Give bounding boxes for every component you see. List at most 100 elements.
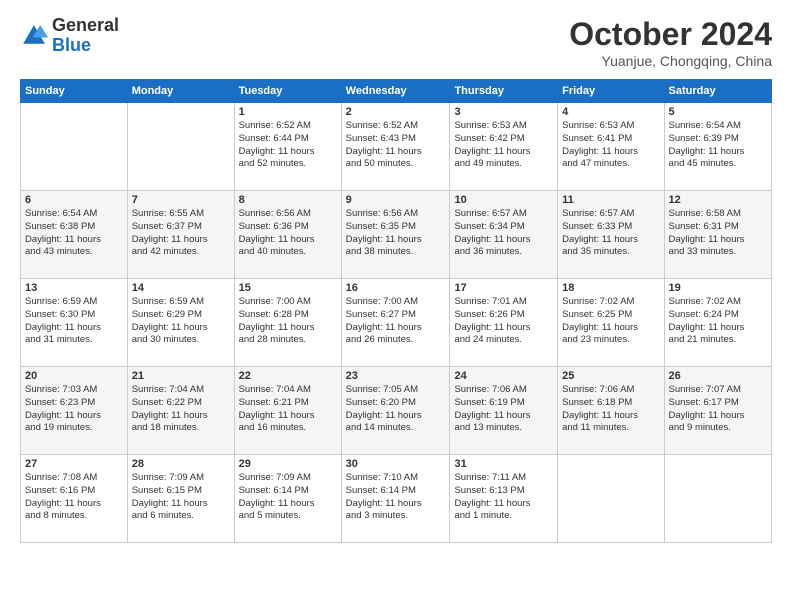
day-number: 26: [669, 370, 767, 382]
day-number: 20: [25, 370, 123, 382]
day-detail: Sunrise: 7:07 AM Sunset: 6:17 PM Dayligh…: [669, 384, 767, 435]
day-detail: Sunrise: 7:08 AM Sunset: 6:16 PM Dayligh…: [25, 472, 123, 523]
day-detail: Sunrise: 7:11 AM Sunset: 6:13 PM Dayligh…: [454, 472, 553, 523]
day-detail: Sunrise: 6:57 AM Sunset: 6:33 PM Dayligh…: [562, 208, 659, 259]
day-number: 4: [562, 106, 659, 118]
day-cell: 6Sunrise: 6:54 AM Sunset: 6:38 PM Daylig…: [21, 191, 128, 279]
day-cell: [664, 455, 771, 543]
weekday-sunday: Sunday: [21, 80, 128, 103]
day-number: 5: [669, 106, 767, 118]
logo: General Blue: [20, 16, 119, 56]
calendar: SundayMondayTuesdayWednesdayThursdayFrid…: [20, 79, 772, 543]
day-detail: Sunrise: 6:52 AM Sunset: 6:43 PM Dayligh…: [346, 120, 446, 171]
day-number: 17: [454, 282, 553, 294]
day-number: 9: [346, 194, 446, 206]
day-detail: Sunrise: 6:59 AM Sunset: 6:29 PM Dayligh…: [132, 296, 230, 347]
day-detail: Sunrise: 6:55 AM Sunset: 6:37 PM Dayligh…: [132, 208, 230, 259]
day-cell: 13 Sunrise: 6:59 AM Sunset: 6:30 PM Dayli…: [21, 279, 128, 367]
day-detail: Sunrise: 7:03 AM Sunset: 6:23 PM Dayligh…: [25, 384, 123, 435]
day-cell: 24Sunrise: 7:06 AM Sunset: 6:19 PM Dayli…: [450, 367, 558, 455]
day-detail: Sunrise: 7:00 AM Sunset: 6:27 PM Dayligh…: [346, 296, 446, 347]
day-cell: 7 Sunrise: 6:55 AM Sunset: 6:37 PM Daylig…: [127, 191, 234, 279]
day-detail: Sunrise: 6:58 AM Sunset: 6:31 PM Dayligh…: [669, 208, 767, 259]
day-number: 10: [454, 194, 553, 206]
day-cell: 14 Sunrise: 6:59 AM Sunset: 6:29 PM Dayli…: [127, 279, 234, 367]
day-number: 19: [669, 282, 767, 294]
day-detail: Sunrise: 7:09 AM Sunset: 6:14 PM Dayligh…: [239, 472, 337, 523]
location: Yuanjue, Chongqing, China: [569, 53, 772, 69]
day-detail: Sunrise: 7:04 AM Sunset: 6:22 PM Dayligh…: [132, 384, 230, 435]
day-detail: Sunrise: 7:06 AM Sunset: 6:18 PM Dayligh…: [562, 384, 659, 435]
day-detail: Sunrise: 6:52 AM Sunset: 6:44 PM Dayligh…: [239, 120, 337, 171]
day-cell: 29Sunrise: 7:09 AM Sunset: 6:14 PM Dayli…: [234, 455, 341, 543]
day-cell: 11 Sunrise: 6:57 AM Sunset: 6:33 PM Dayli…: [558, 191, 664, 279]
day-detail: Sunrise: 6:53 AM Sunset: 6:42 PM Dayligh…: [454, 120, 553, 171]
weekday-wednesday: Wednesday: [341, 80, 450, 103]
weekday-friday: Friday: [558, 80, 664, 103]
day-number: 11: [562, 194, 659, 206]
day-cell: 8 Sunrise: 6:56 AM Sunset: 6:36 PM Daylig…: [234, 191, 341, 279]
day-cell: 20 Sunrise: 7:03 AM Sunset: 6:23 PM Dayli…: [21, 367, 128, 455]
day-detail: Sunrise: 7:10 AM Sunset: 6:14 PM Dayligh…: [346, 472, 446, 523]
day-cell: 31 Sunrise: 7:11 AM Sunset: 6:13 PM Dayli…: [450, 455, 558, 543]
day-cell: 15Sunrise: 7:00 AM Sunset: 6:28 PM Dayli…: [234, 279, 341, 367]
weekday-monday: Monday: [127, 80, 234, 103]
day-number: 6: [25, 194, 123, 206]
week-row-5: 27Sunrise: 7:08 AM Sunset: 6:16 PM Dayli…: [21, 455, 772, 543]
day-number: 14: [132, 282, 230, 294]
day-cell: 4Sunrise: 6:53 AM Sunset: 6:41 PM Daylig…: [558, 103, 664, 191]
day-cell: 12 Sunrise: 6:58 AM Sunset: 6:31 PM Dayli…: [664, 191, 771, 279]
day-number: 13: [25, 282, 123, 294]
day-cell: 18 Sunrise: 7:02 AM Sunset: 6:25 PM Dayli…: [558, 279, 664, 367]
weekday-saturday: Saturday: [664, 80, 771, 103]
day-cell: [21, 103, 128, 191]
week-row-2: 6Sunrise: 6:54 AM Sunset: 6:38 PM Daylig…: [21, 191, 772, 279]
day-detail: Sunrise: 7:02 AM Sunset: 6:24 PM Dayligh…: [669, 296, 767, 347]
day-cell: 1 Sunrise: 6:52 AM Sunset: 6:44 PM Daylig…: [234, 103, 341, 191]
day-detail: Sunrise: 7:02 AM Sunset: 6:25 PM Dayligh…: [562, 296, 659, 347]
week-row-1: 1 Sunrise: 6:52 AM Sunset: 6:44 PM Daylig…: [21, 103, 772, 191]
header: General Blue October 2024 Yuanjue, Chong…: [20, 16, 772, 69]
day-number: 12: [669, 194, 767, 206]
day-detail: Sunrise: 6:57 AM Sunset: 6:34 PM Dayligh…: [454, 208, 553, 259]
day-number: 28: [132, 458, 230, 470]
day-cell: 19 Sunrise: 7:02 AM Sunset: 6:24 PM Dayli…: [664, 279, 771, 367]
day-cell: 30 Sunrise: 7:10 AM Sunset: 6:14 PM Dayli…: [341, 455, 450, 543]
day-number: 2: [346, 106, 446, 118]
logo-text: General Blue: [52, 16, 119, 56]
day-detail: Sunrise: 7:05 AM Sunset: 6:20 PM Dayligh…: [346, 384, 446, 435]
day-number: 3: [454, 106, 553, 118]
day-detail: Sunrise: 7:09 AM Sunset: 6:15 PM Dayligh…: [132, 472, 230, 523]
day-cell: 26 Sunrise: 7:07 AM Sunset: 6:17 PM Dayli…: [664, 367, 771, 455]
day-number: 30: [346, 458, 446, 470]
day-number: 31: [454, 458, 553, 470]
day-detail: Sunrise: 6:54 AM Sunset: 6:39 PM Dayligh…: [669, 120, 767, 171]
day-detail: Sunrise: 6:56 AM Sunset: 6:36 PM Dayligh…: [239, 208, 337, 259]
day-cell: 23 Sunrise: 7:05 AM Sunset: 6:20 PM Dayli…: [341, 367, 450, 455]
week-row-3: 13 Sunrise: 6:59 AM Sunset: 6:30 PM Dayli…: [21, 279, 772, 367]
day-cell: 10 Sunrise: 6:57 AM Sunset: 6:34 PM Dayli…: [450, 191, 558, 279]
day-cell: 2 Sunrise: 6:52 AM Sunset: 6:43 PM Daylig…: [341, 103, 450, 191]
day-number: 25: [562, 370, 659, 382]
day-detail: Sunrise: 6:59 AM Sunset: 6:30 PM Dayligh…: [25, 296, 123, 347]
page: General Blue October 2024 Yuanjue, Chong…: [0, 0, 792, 612]
day-cell: 3 Sunrise: 6:53 AM Sunset: 6:42 PM Daylig…: [450, 103, 558, 191]
weekday-header-row: SundayMondayTuesdayWednesdayThursdayFrid…: [21, 80, 772, 103]
day-cell: [127, 103, 234, 191]
day-number: 18: [562, 282, 659, 294]
logo-icon: [20, 22, 48, 50]
day-number: 8: [239, 194, 337, 206]
day-number: 22: [239, 370, 337, 382]
day-detail: Sunrise: 7:06 AM Sunset: 6:19 PM Dayligh…: [454, 384, 553, 435]
day-cell: 22Sunrise: 7:04 AM Sunset: 6:21 PM Dayli…: [234, 367, 341, 455]
day-cell: 28 Sunrise: 7:09 AM Sunset: 6:15 PM Dayli…: [127, 455, 234, 543]
day-number: 16: [346, 282, 446, 294]
day-number: 1: [239, 106, 337, 118]
day-number: 15: [239, 282, 337, 294]
day-number: 23: [346, 370, 446, 382]
day-detail: Sunrise: 6:56 AM Sunset: 6:35 PM Dayligh…: [346, 208, 446, 259]
day-cell: 9 Sunrise: 6:56 AM Sunset: 6:35 PM Daylig…: [341, 191, 450, 279]
day-number: 7: [132, 194, 230, 206]
day-cell: 27Sunrise: 7:08 AM Sunset: 6:16 PM Dayli…: [21, 455, 128, 543]
day-cell: 21Sunrise: 7:04 AM Sunset: 6:22 PM Dayli…: [127, 367, 234, 455]
